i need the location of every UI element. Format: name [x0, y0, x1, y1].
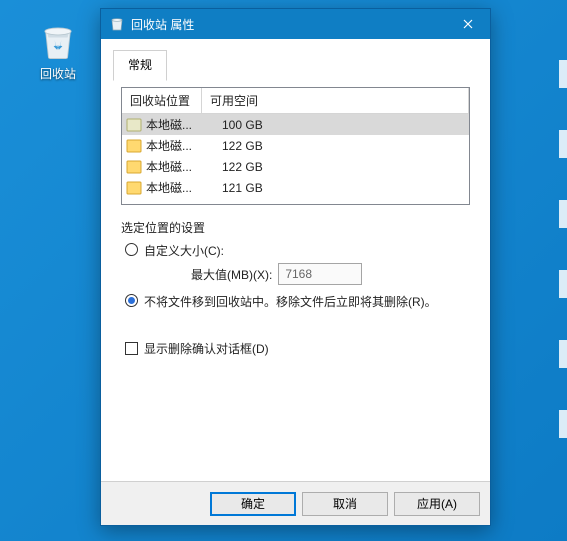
- radio-no-recycle[interactable]: [125, 294, 138, 307]
- tab-content: 回收站位置 可用空间 本地磁... 100 GB 本地磁... 122 GB 本…: [101, 71, 490, 481]
- row-loc: 本地磁...: [146, 158, 218, 175]
- apply-button[interactable]: 应用(A): [394, 492, 480, 516]
- drive-icon: [126, 160, 142, 174]
- location-list[interactable]: 回收站位置 可用空间 本地磁... 100 GB 本地磁... 122 GB 本…: [121, 87, 470, 205]
- drive-icon: [126, 118, 142, 132]
- option-confirm-delete[interactable]: 显示删除确认对话框(D): [125, 340, 470, 357]
- option-no-recycle-label: 不将文件移到回收站中。移除文件后立即将其删除(R)。: [144, 293, 437, 310]
- list-header: 回收站位置 可用空间: [122, 88, 469, 114]
- dialog-buttons: 确定 取消 应用(A): [101, 481, 490, 525]
- checkbox-confirm-label: 显示删除确认对话框(D): [144, 340, 269, 357]
- row-size: 121 GB: [218, 181, 263, 195]
- col-space[interactable]: 可用空间: [202, 88, 469, 114]
- cancel-button[interactable]: 取消: [302, 492, 388, 516]
- max-size-row: 最大值(MB)(X):: [191, 263, 470, 285]
- recycle-bin-small-icon: [109, 16, 125, 32]
- col-location[interactable]: 回收站位置: [122, 88, 202, 114]
- tab-general[interactable]: 常规: [113, 50, 167, 81]
- max-size-label: 最大值(MB)(X):: [191, 266, 272, 283]
- dialog-title: 回收站 属性: [131, 16, 445, 33]
- option-custom-size[interactable]: 自定义大小(C):: [125, 242, 470, 259]
- list-item[interactable]: 本地磁... 122 GB: [122, 135, 469, 156]
- list-item[interactable]: 本地磁... 100 GB: [122, 114, 469, 135]
- max-size-field[interactable]: [278, 263, 362, 285]
- radio-custom[interactable]: [125, 243, 138, 256]
- row-loc: 本地磁...: [146, 116, 218, 133]
- list-item[interactable]: 本地磁... 122 GB: [122, 156, 469, 177]
- tabstrip: 常规: [101, 39, 490, 71]
- settings-group: 选定位置的设置 自定义大小(C): 最大值(MB)(X): 不将文件移到回收站中…: [121, 219, 470, 357]
- checkbox-confirm[interactable]: [125, 342, 138, 355]
- row-loc: 本地磁...: [146, 137, 218, 154]
- ok-button[interactable]: 确定: [210, 492, 296, 516]
- close-button[interactable]: [445, 9, 490, 39]
- group-title: 选定位置的设置: [121, 219, 470, 236]
- row-loc: 本地磁...: [146, 179, 218, 196]
- row-size: 122 GB: [218, 139, 263, 153]
- desktop-recycle-bin[interactable]: 回收站: [28, 20, 88, 82]
- close-icon: [463, 19, 473, 29]
- drive-icon: [126, 181, 142, 195]
- properties-dialog: 回收站 属性 常规 回收站位置 可用空间 本地磁... 100 GB: [100, 8, 491, 526]
- titlebar[interactable]: 回收站 属性: [101, 9, 490, 39]
- option-no-recycle[interactable]: 不将文件移到回收站中。移除文件后立即将其删除(R)。: [125, 293, 470, 310]
- list-item[interactable]: 本地磁... 121 GB: [122, 177, 469, 198]
- desktop-recycle-bin-label: 回收站: [40, 67, 76, 81]
- row-size: 100 GB: [218, 118, 263, 132]
- recycle-bin-icon: [37, 20, 79, 62]
- row-size: 122 GB: [218, 160, 263, 174]
- option-custom-label: 自定义大小(C):: [144, 242, 224, 259]
- drive-icon: [126, 139, 142, 153]
